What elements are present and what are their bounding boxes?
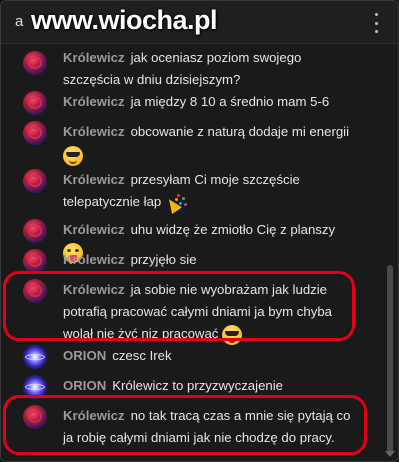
message-text: uhu widzę że zmiotło Cię z planszy <box>130 222 336 237</box>
author-name[interactable]: Królewicz <box>63 172 125 187</box>
avatar[interactable] <box>23 51 47 75</box>
author-name[interactable]: ORION <box>63 378 106 393</box>
author-name[interactable]: Królewicz <box>63 282 125 297</box>
chat-title: a <box>15 13 24 30</box>
message-body: Królewicz przesyłam Ci moje szczęście tel… <box>63 169 353 214</box>
party-popper-icon <box>165 192 187 214</box>
author-name[interactable]: Królewicz <box>63 124 125 139</box>
smiling-face-with-sunglasses-icon <box>222 324 243 345</box>
avatar[interactable] <box>23 375 47 399</box>
message-text: czesc Irek <box>112 348 172 363</box>
message-text: ja między 8 10 a średnio mam 5-6 <box>130 94 330 109</box>
avatar[interactable] <box>23 249 47 273</box>
author-name[interactable]: ORION <box>63 348 106 363</box>
message-body: Królewicz przyjęło sie <box>63 249 353 271</box>
scrollbar-thumb[interactable] <box>387 265 393 455</box>
message-text: Królewicz to przyzwyczajenie <box>112 378 283 393</box>
avatar[interactable] <box>23 91 47 115</box>
avatar[interactable] <box>23 219 47 243</box>
more-options-icon[interactable] <box>368 13 384 33</box>
author-name[interactable]: Królewicz <box>63 50 125 65</box>
message-body: Królewicz ja sobie nie wyobrażam jak ludz… <box>63 279 353 345</box>
scrollbar[interactable] <box>381 45 395 461</box>
author-name[interactable]: Królewicz <box>63 222 125 237</box>
watermark: www.wiocha.pl <box>31 5 218 35</box>
scroll-down-icon[interactable] <box>385 451 395 457</box>
avatar[interactable] <box>23 279 47 303</box>
message-text: obcowanie z naturą dodaje mi energii <box>130 124 350 139</box>
avatar[interactable] <box>23 169 47 193</box>
avatar[interactable] <box>23 121 47 145</box>
smiling-face-with-sunglasses-icon <box>63 145 83 166</box>
avatar[interactable] <box>23 345 47 369</box>
message-body: Królewicz jak oceniasz poziom swojego szc… <box>63 47 353 91</box>
message-body: ORION czesc Irek <box>63 345 353 367</box>
chat-window: a www.wiocha.pl Królewicz jak oceniasz po… <box>0 0 399 462</box>
message-body: ORION Królewicz to przyzwyczajenie <box>63 375 353 397</box>
message-body: Królewicz no tak tracą czas a mnie się py… <box>63 405 353 449</box>
chat-header: a www.wiocha.pl <box>1 1 398 44</box>
author-name[interactable]: Królewicz <box>63 252 125 267</box>
message-body: Królewicz ja między 8 10 a średnio mam 5-… <box>63 91 353 113</box>
author-name[interactable]: Królewicz <box>63 94 125 109</box>
message-body: Królewicz obcowanie z naturą dodaje mi en… <box>63 121 353 166</box>
message-text: przyjęło sie <box>130 252 197 267</box>
author-name[interactable]: Królewicz <box>63 408 125 423</box>
avatar[interactable] <box>23 405 47 429</box>
message-list: Królewicz jak oceniasz poziom swojego szc… <box>1 45 377 461</box>
